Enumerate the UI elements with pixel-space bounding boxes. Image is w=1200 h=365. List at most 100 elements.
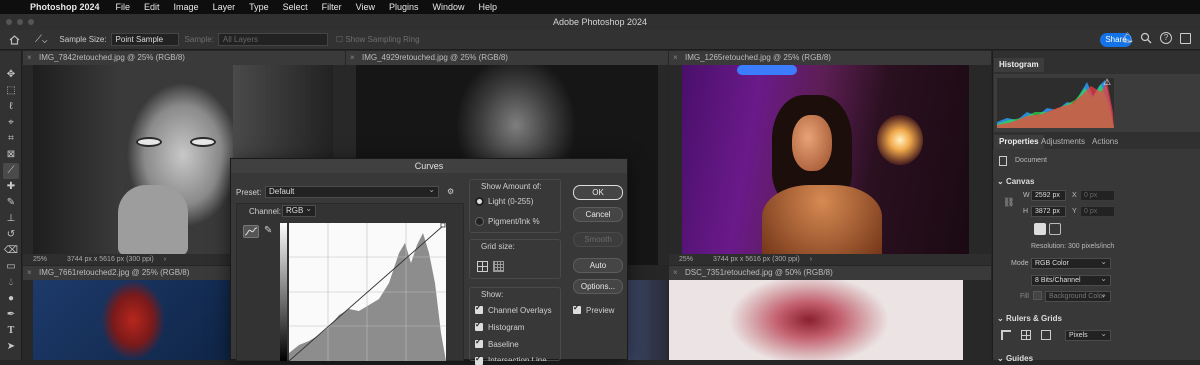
- grid-icon[interactable]: [1021, 330, 1031, 340]
- intersection-line-checkbox[interactable]: [475, 354, 483, 365]
- menu-edit[interactable]: Edit: [144, 2, 160, 12]
- units-select[interactable]: Pixels: [1065, 329, 1111, 341]
- menu-help[interactable]: Help: [479, 2, 498, 12]
- histogram-checkbox[interactable]: [475, 320, 483, 331]
- auto-button[interactable]: Auto: [573, 258, 623, 273]
- curve-pencil-tool-icon[interactable]: ✎: [264, 225, 272, 236]
- document-icon: [999, 156, 1007, 166]
- menu-image[interactable]: Image: [174, 2, 199, 12]
- close-tab-icon[interactable]: ×: [27, 266, 32, 280]
- pixel-grid-icon[interactable]: [1041, 330, 1051, 340]
- show-amount-title: Show Amount of:: [481, 182, 542, 191]
- bit-depth-select[interactable]: 8 Bits/Channel: [1031, 274, 1111, 286]
- width-field[interactable]: 2592 px: [1031, 190, 1066, 201]
- notifications-icon[interactable]: 🔔︎: [1121, 33, 1134, 44]
- pigment-radio[interactable]: [475, 217, 484, 226]
- close-window-button[interactable]: [6, 19, 12, 25]
- ok-button[interactable]: OK: [573, 185, 623, 200]
- preset-select[interactable]: Default: [265, 185, 439, 198]
- menu-file[interactable]: File: [116, 2, 131, 12]
- pen-tool-icon[interactable]: ✒: [3, 307, 19, 323]
- minimize-window-button[interactable]: [17, 19, 23, 25]
- dodge-tool-icon[interactable]: ●: [3, 291, 19, 307]
- tab-actions[interactable]: Actions: [1087, 135, 1123, 149]
- clone-stamp-tool-icon[interactable]: ⊥: [3, 211, 19, 227]
- preview-checkbox[interactable]: [573, 303, 581, 314]
- lasso-tool-icon[interactable]: ℓ: [3, 99, 19, 115]
- zoom-window-button[interactable]: [28, 19, 34, 25]
- y-field: 0 px: [1080, 206, 1115, 217]
- marquee-tool-icon[interactable]: ⬚: [3, 83, 19, 99]
- quick-select-tool-icon[interactable]: ⌖: [3, 115, 19, 131]
- eyedropper-tool-icon[interactable]: ⟋: [3, 163, 19, 179]
- zoom-level-1: 25%: [33, 256, 48, 263]
- canvas-section-title[interactable]: ⌄ Canvas: [997, 177, 1034, 186]
- preset-options-gear-icon[interactable]: ⚙︎: [447, 187, 454, 196]
- menu-type[interactable]: Type: [249, 2, 269, 12]
- fill-swatch: [1033, 291, 1042, 300]
- close-tab-icon[interactable]: ×: [673, 266, 678, 280]
- landscape-orientation-icon[interactable]: [1049, 223, 1061, 235]
- healing-brush-tool-icon[interactable]: ✚: [3, 179, 19, 195]
- close-tab-icon[interactable]: ×: [673, 51, 678, 65]
- document-image-5: [669, 280, 963, 360]
- channel-overlays-checkbox[interactable]: [475, 303, 483, 314]
- portrait-orientation-icon[interactable]: [1034, 223, 1046, 235]
- histogram-graph: [997, 78, 1114, 128]
- document-tab-3[interactable]: × IMG_1265retouched.jpg @ 25% (RGB/8): [669, 51, 991, 65]
- close-tab-icon[interactable]: ×: [350, 51, 355, 65]
- close-tab-icon[interactable]: ×: [27, 51, 32, 65]
- blur-tool-icon[interactable]: 💧︎: [3, 275, 19, 291]
- history-brush-tool-icon[interactable]: ↺: [3, 227, 19, 243]
- help-icon[interactable]: ?: [1160, 32, 1172, 44]
- document-tab-2[interactable]: × IMG_4929retouched.jpg @ 25% (RGB/8): [346, 51, 668, 65]
- options-button[interactable]: Options...: [573, 279, 623, 294]
- mode-select[interactable]: RGB Color: [1031, 257, 1111, 269]
- menu-select[interactable]: Select: [283, 2, 308, 12]
- warning-icon[interactable]: ⚠: [1103, 77, 1111, 88]
- eraser-tool-icon[interactable]: ⌫: [3, 243, 19, 259]
- search-icon[interactable]: [1140, 32, 1152, 44]
- menu-plugins[interactable]: Plugins: [389, 2, 419, 12]
- ruler-icon[interactable]: [1001, 330, 1011, 340]
- type-tool-icon[interactable]: T: [3, 323, 19, 339]
- tab-adjustments[interactable]: Adjustments: [1036, 135, 1090, 149]
- light-radio[interactable]: [475, 197, 484, 206]
- guides-section-title[interactable]: ⌄ Guides: [997, 354, 1033, 363]
- menu-filter[interactable]: Filter: [322, 2, 342, 12]
- eyedropper-preset-icon[interactable]: ⟋⌄: [35, 34, 47, 45]
- move-tool-icon[interactable]: ✥: [3, 67, 19, 83]
- path-select-tool-icon[interactable]: ➤: [3, 339, 19, 355]
- height-field[interactable]: 3872 px: [1031, 206, 1066, 217]
- menu-window[interactable]: Window: [433, 2, 465, 12]
- preset-label: Preset:: [236, 188, 262, 197]
- curve-point-tool-icon[interactable]: [243, 225, 259, 238]
- app-menu[interactable]: Photoshop 2024: [30, 2, 100, 12]
- home-icon[interactable]: [9, 34, 21, 45]
- document-tab-5[interactable]: × DSC_7351retouched.jpg @ 50% (RGB/8): [669, 266, 991, 280]
- cancel-button[interactable]: Cancel: [573, 207, 623, 222]
- grid-detailed-icon[interactable]: [493, 261, 504, 272]
- link-icon[interactable]: ⛓︎: [1003, 197, 1014, 208]
- window-title: Adobe Photoshop 2024: [552, 17, 648, 27]
- grid-simple-icon[interactable]: [477, 261, 488, 272]
- menu-view[interactable]: View: [356, 2, 375, 12]
- gradient-tool-icon[interactable]: ▭: [3, 259, 19, 275]
- workspace-icon[interactable]: [1180, 33, 1191, 44]
- show-title: Show:: [481, 290, 504, 299]
- rulers-grids-section-title[interactable]: ⌄ Rulers & Grids: [997, 314, 1062, 323]
- sample-size-select[interactable]: Point Sample: [110, 33, 179, 46]
- document-title-3: IMG_1265retouched.jpg @ 25% (RGB/8): [685, 53, 831, 62]
- crop-tool-icon[interactable]: ⌗: [3, 131, 19, 147]
- tab-histogram[interactable]: Histogram: [994, 58, 1044, 72]
- baseline-checkbox[interactable]: [475, 337, 483, 348]
- document-tab-1[interactable]: × IMG_7842retouched.jpg @ 25% (RGB/8): [23, 51, 345, 65]
- menu-layer[interactable]: Layer: [213, 2, 236, 12]
- channel-select[interactable]: RGB: [282, 204, 316, 217]
- sample-select[interactable]: All Layers: [217, 33, 328, 46]
- brush-tool-icon[interactable]: ✎: [3, 195, 19, 211]
- show-sampling-ring-checkbox[interactable]: ☐ Show Sampling Ring: [336, 35, 420, 44]
- frame-tool-icon[interactable]: ⊠: [3, 147, 19, 163]
- document-label: Document: [1015, 157, 1047, 164]
- curves-graph[interactable]: [289, 223, 446, 361]
